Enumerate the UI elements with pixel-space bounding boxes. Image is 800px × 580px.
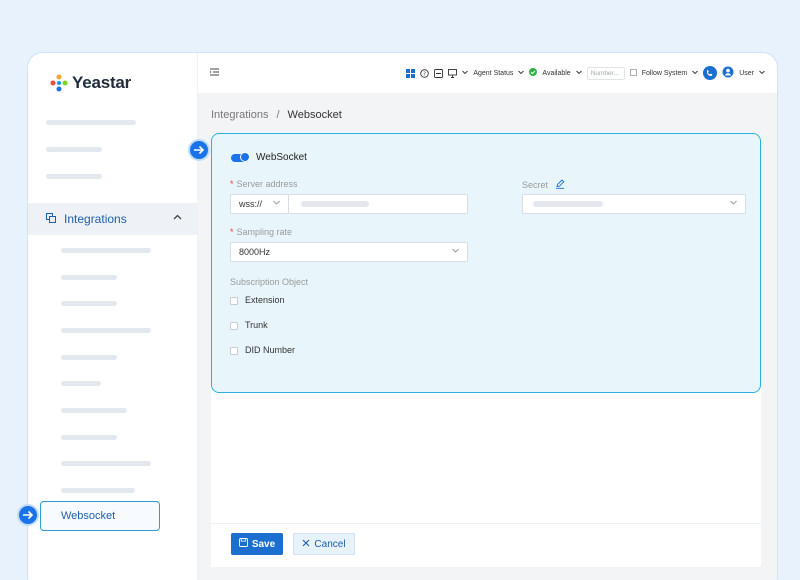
sidebar-item-label: Websocket — [61, 510, 116, 522]
extension-checkbox[interactable] — [230, 297, 238, 305]
nav-subitem-placeholder[interactable] — [61, 328, 151, 333]
theme-selector[interactable]: Follow System — [642, 70, 688, 77]
chevron-down-icon[interactable] — [575, 70, 582, 77]
save-icon — [238, 538, 248, 550]
breadcrumb: Integrations / Websocket — [211, 109, 342, 121]
sampling-rate-select[interactable]: 8000Hz — [230, 242, 468, 262]
chevron-down-icon[interactable] — [692, 70, 699, 77]
app-window: Yeastar Integrations Websocket ? Agent S… — [27, 52, 778, 580]
nav-placeholder[interactable] — [46, 174, 102, 179]
svg-text:?: ? — [423, 71, 426, 77]
nav-subitem-placeholder[interactable] — [61, 355, 117, 360]
breadcrumb-separator: / — [276, 109, 280, 121]
top-bar-actions: ? Agent Status Available Number... Follo… — [406, 53, 765, 93]
top-bar: ? Agent Status Available Number... Follo… — [198, 53, 777, 93]
chevron-down-icon[interactable] — [518, 70, 525, 77]
subscription-object-label: Subscription Object — [230, 277, 309, 287]
nav-subitem-placeholder[interactable] — [61, 435, 117, 440]
nav-subitem-placeholder[interactable] — [61, 461, 151, 466]
breadcrumb-current: Websocket — [287, 109, 342, 121]
nav-subitem-placeholder[interactable] — [61, 488, 135, 493]
sidebar-item-websocket[interactable]: Websocket — [40, 501, 160, 531]
edit-icon[interactable] — [555, 179, 565, 191]
sidebar: Yeastar Integrations Websocket — [28, 53, 198, 580]
breadcrumb-parent[interactable]: Integrations — [211, 109, 268, 121]
settings-panel: WebSocket *Server address wss:// Secret — [211, 133, 761, 567]
save-button[interactable]: Save — [231, 533, 283, 555]
close-icon — [302, 539, 310, 550]
protocol-select[interactable]: wss:// — [230, 194, 289, 214]
user-menu[interactable]: User — [739, 70, 754, 77]
chevron-down-icon[interactable] — [759, 70, 765, 77]
yeastar-logo-icon — [50, 74, 68, 92]
sampling-rate-value: 8000Hz — [239, 247, 271, 257]
agent-status-menu[interactable]: Agent Status — [473, 70, 513, 77]
trunk-label: Trunk — [245, 320, 268, 330]
sampling-rate-label: * Sampling rate — [230, 227, 293, 237]
nav-subitem-placeholder[interactable] — [61, 248, 151, 253]
theme-icon[interactable] — [629, 68, 637, 78]
integrations-icon — [46, 210, 56, 228]
apps-icon[interactable] — [406, 68, 416, 78]
nav-subitem-placeholder[interactable] — [61, 275, 117, 280]
main-area: ? Agent Status Available Number... Follo… — [198, 53, 777, 580]
masked-value — [533, 201, 603, 207]
message-icon[interactable] — [434, 68, 444, 78]
availability-status[interactable]: Available — [542, 70, 570, 77]
arrow-right-icon — [188, 139, 210, 161]
chevron-down-icon — [730, 198, 737, 207]
sidebar-item-label: Integrations — [64, 212, 127, 226]
chevron-up-icon — [173, 212, 182, 223]
trunk-checkbox[interactable] — [230, 322, 238, 330]
arrow-right-icon — [17, 504, 39, 526]
chevron-down-icon — [452, 246, 459, 255]
monitor-icon[interactable] — [448, 68, 458, 78]
menu-toggle-icon[interactable] — [210, 68, 219, 78]
number-input[interactable]: Number... — [586, 66, 625, 80]
help-icon[interactable]: ? — [420, 68, 430, 78]
did-number-checkbox[interactable] — [230, 347, 238, 355]
nav-subitem-placeholder[interactable] — [61, 381, 101, 386]
secret-label: Secret — [522, 179, 565, 191]
form-footer: Save Cancel — [211, 523, 761, 567]
websocket-toggle-label: WebSocket — [256, 152, 307, 163]
extension-label: Extension — [245, 295, 285, 305]
save-label: Save — [251, 538, 276, 550]
sidebar-item-integrations[interactable]: Integrations — [28, 203, 198, 235]
brand-name: Yeastar — [72, 73, 132, 92]
websocket-settings-card: WebSocket *Server address wss:// Secret — [211, 133, 761, 393]
cancel-button[interactable]: Cancel — [293, 533, 355, 555]
chevron-down-icon — [273, 198, 280, 207]
phone-icon[interactable] — [703, 66, 718, 80]
masked-value — [301, 201, 369, 207]
websocket-toggle[interactable] — [231, 152, 250, 162]
chevron-down-icon[interactable] — [462, 70, 469, 77]
server-address-input[interactable] — [288, 194, 468, 214]
logo: Yeastar — [50, 73, 131, 93]
secret-select[interactable] — [522, 194, 746, 214]
nav-subitem-placeholder[interactable] — [61, 301, 117, 306]
did-number-label: DID Number — [245, 345, 296, 355]
server-address-label: * Server address — [230, 179, 298, 189]
nav-placeholder[interactable] — [46, 147, 102, 152]
nav-subitem-placeholder[interactable] — [61, 408, 127, 413]
user-avatar-icon[interactable] — [722, 66, 734, 80]
cancel-label: Cancel — [314, 538, 346, 550]
nav-placeholder[interactable] — [46, 120, 136, 125]
check-circle-icon — [529, 68, 538, 78]
protocol-value: wss:// — [239, 199, 263, 209]
